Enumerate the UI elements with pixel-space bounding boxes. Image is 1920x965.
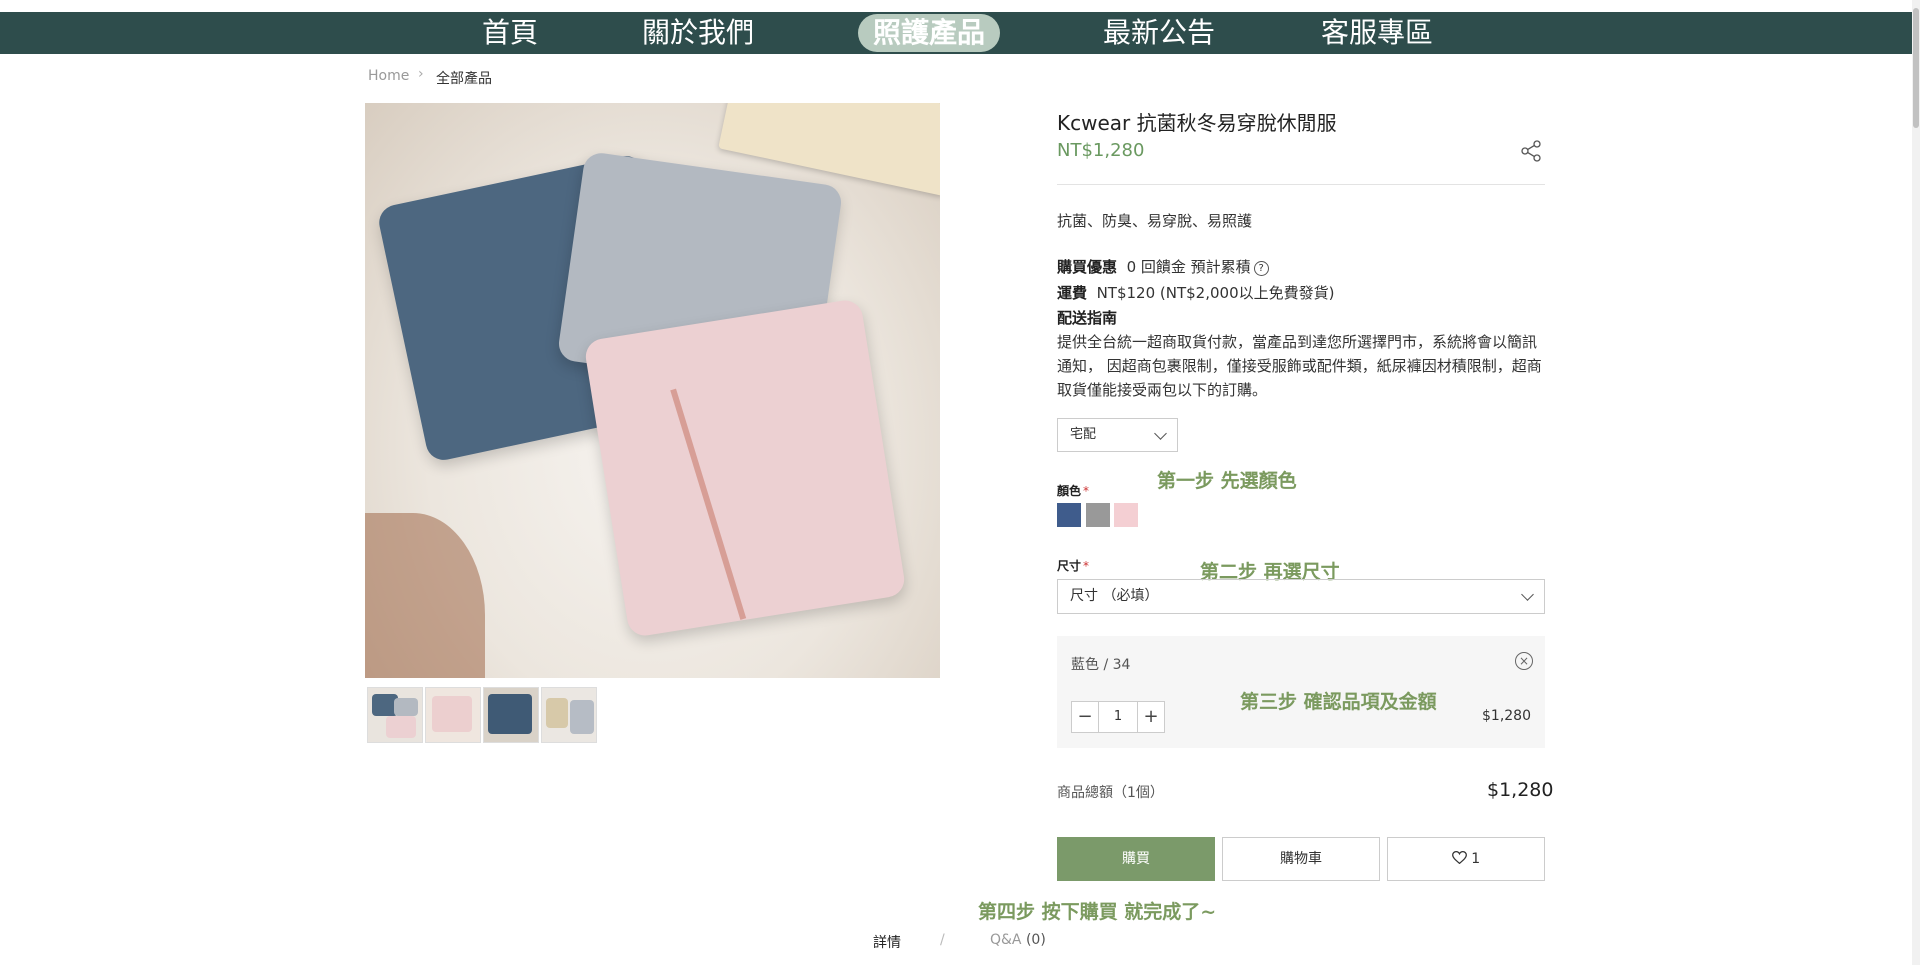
quantity-increase-button[interactable]: + xyxy=(1137,702,1164,732)
size-placeholder: 尺寸 （必填） xyxy=(1070,588,1159,604)
shipping-value: NT$120 (NT$2,000以上免費發貨) xyxy=(1096,284,1335,302)
main-nav: 首頁 關於我們 照護產品 最新公告 客服專區 xyxy=(0,12,1912,54)
thumbnail-2[interactable] xyxy=(425,687,481,743)
quantity-input[interactable]: 1 xyxy=(1099,702,1137,732)
quantity-stepper: − 1 + xyxy=(1071,701,1165,733)
top-strip xyxy=(0,0,1920,12)
thumbnail-1[interactable] xyxy=(367,687,423,743)
tab-details[interactable]: 詳情 xyxy=(873,932,901,952)
color-swatch-grey[interactable] xyxy=(1086,503,1110,527)
promo-label: 購買優惠 xyxy=(1057,258,1118,276)
thumbnail-4[interactable] xyxy=(541,687,597,743)
help-icon[interactable]: ? xyxy=(1253,261,1269,276)
size-label: 尺寸 * xyxy=(1057,559,1090,573)
share-icon[interactable] xyxy=(1520,140,1542,162)
buy-button[interactable]: 購買 xyxy=(1057,837,1215,881)
tab-separator: / xyxy=(940,932,945,948)
size-select[interactable]: 尺寸 （必填） xyxy=(1057,579,1545,614)
color-swatch-blue[interactable] xyxy=(1057,503,1081,527)
promo-value: 0 回饋金 預計累積 xyxy=(1126,258,1251,276)
add-to-cart-button[interactable]: 購物車 xyxy=(1222,837,1380,881)
product-features: 抗菌、防臭、易穿脫、易照護 xyxy=(1057,212,1253,230)
promo-row: 購買優惠 0 回饋金 預計累積? xyxy=(1057,256,1269,277)
delivery-description: 提供全台統一超商取貨付款，當產品到達您所選擇門市，系統將會以簡訊通知， 因超商包… xyxy=(1057,333,1542,399)
delivery-label: 配送指南 xyxy=(1057,309,1118,327)
nav-item-news[interactable]: 最新公告 xyxy=(1100,14,1218,52)
divider xyxy=(1057,184,1545,185)
qa-count: (0) xyxy=(1025,932,1046,948)
product-main-image xyxy=(365,103,940,678)
nav-item-products[interactable]: 照護產品 xyxy=(858,14,1000,52)
wishlist-count: 1 xyxy=(1471,851,1481,867)
product-price: NT$1,280 xyxy=(1057,140,1145,161)
variant-name: 藍色 / 34 xyxy=(1071,657,1131,673)
remove-variant-icon[interactable]: × xyxy=(1515,652,1533,670)
breadcrumb-current: 全部產品 xyxy=(436,71,492,87)
wood-corner xyxy=(365,513,485,678)
page-scrollbar[interactable] xyxy=(1912,0,1920,965)
delivery-method-select[interactable]: 宅配 xyxy=(1057,418,1178,452)
shipping-row: 運費 NT$120 (NT$2,000以上免費發貨) xyxy=(1057,282,1334,303)
thumbnail-3[interactable] xyxy=(483,687,539,743)
breadcrumb-home[interactable]: Home xyxy=(368,68,409,84)
shipping-label: 運費 xyxy=(1057,284,1088,302)
chevron-down-icon xyxy=(1521,588,1534,601)
pink-shirt-stripe xyxy=(670,388,747,620)
nav-item-support[interactable]: 客服專區 xyxy=(1318,14,1436,52)
delivery-guide-row: 配送指南 xyxy=(1057,307,1117,328)
quantity-decrease-button[interactable]: − xyxy=(1072,702,1099,732)
step1-annotation: 第一步 先選顏色 xyxy=(1157,470,1297,492)
breadcrumb-separator-icon: › xyxy=(418,66,424,82)
color-label: 顏色 * xyxy=(1057,484,1090,498)
heart-icon xyxy=(1451,850,1467,865)
wishlist-button[interactable]: 1 xyxy=(1387,837,1545,881)
scrollbar-thumb[interactable] xyxy=(1913,8,1919,128)
product-title: Kcwear 抗菌秋冬易穿脫休閒服 xyxy=(1057,111,1337,135)
nav-item-about[interactable]: 關於我們 xyxy=(640,14,756,52)
total-label: 商品總額（1個） xyxy=(1057,785,1164,801)
nav-item-home[interactable]: 首頁 xyxy=(480,14,540,52)
total-value: $1,280 xyxy=(1487,779,1554,801)
chevron-down-icon xyxy=(1154,427,1167,440)
delivery-method-value: 宅配 xyxy=(1070,427,1097,442)
step3-annotation: 第三步 確認品項及金額 xyxy=(1240,691,1437,713)
tab-qa[interactable]: Q&A (0) xyxy=(990,932,1046,948)
variant-price: $1,280 xyxy=(1482,708,1531,724)
step4-annotation: 第四步 按下購買 就完成了~ xyxy=(978,901,1217,923)
color-swatch-pink[interactable] xyxy=(1114,503,1138,527)
pink-shirt xyxy=(583,297,907,639)
